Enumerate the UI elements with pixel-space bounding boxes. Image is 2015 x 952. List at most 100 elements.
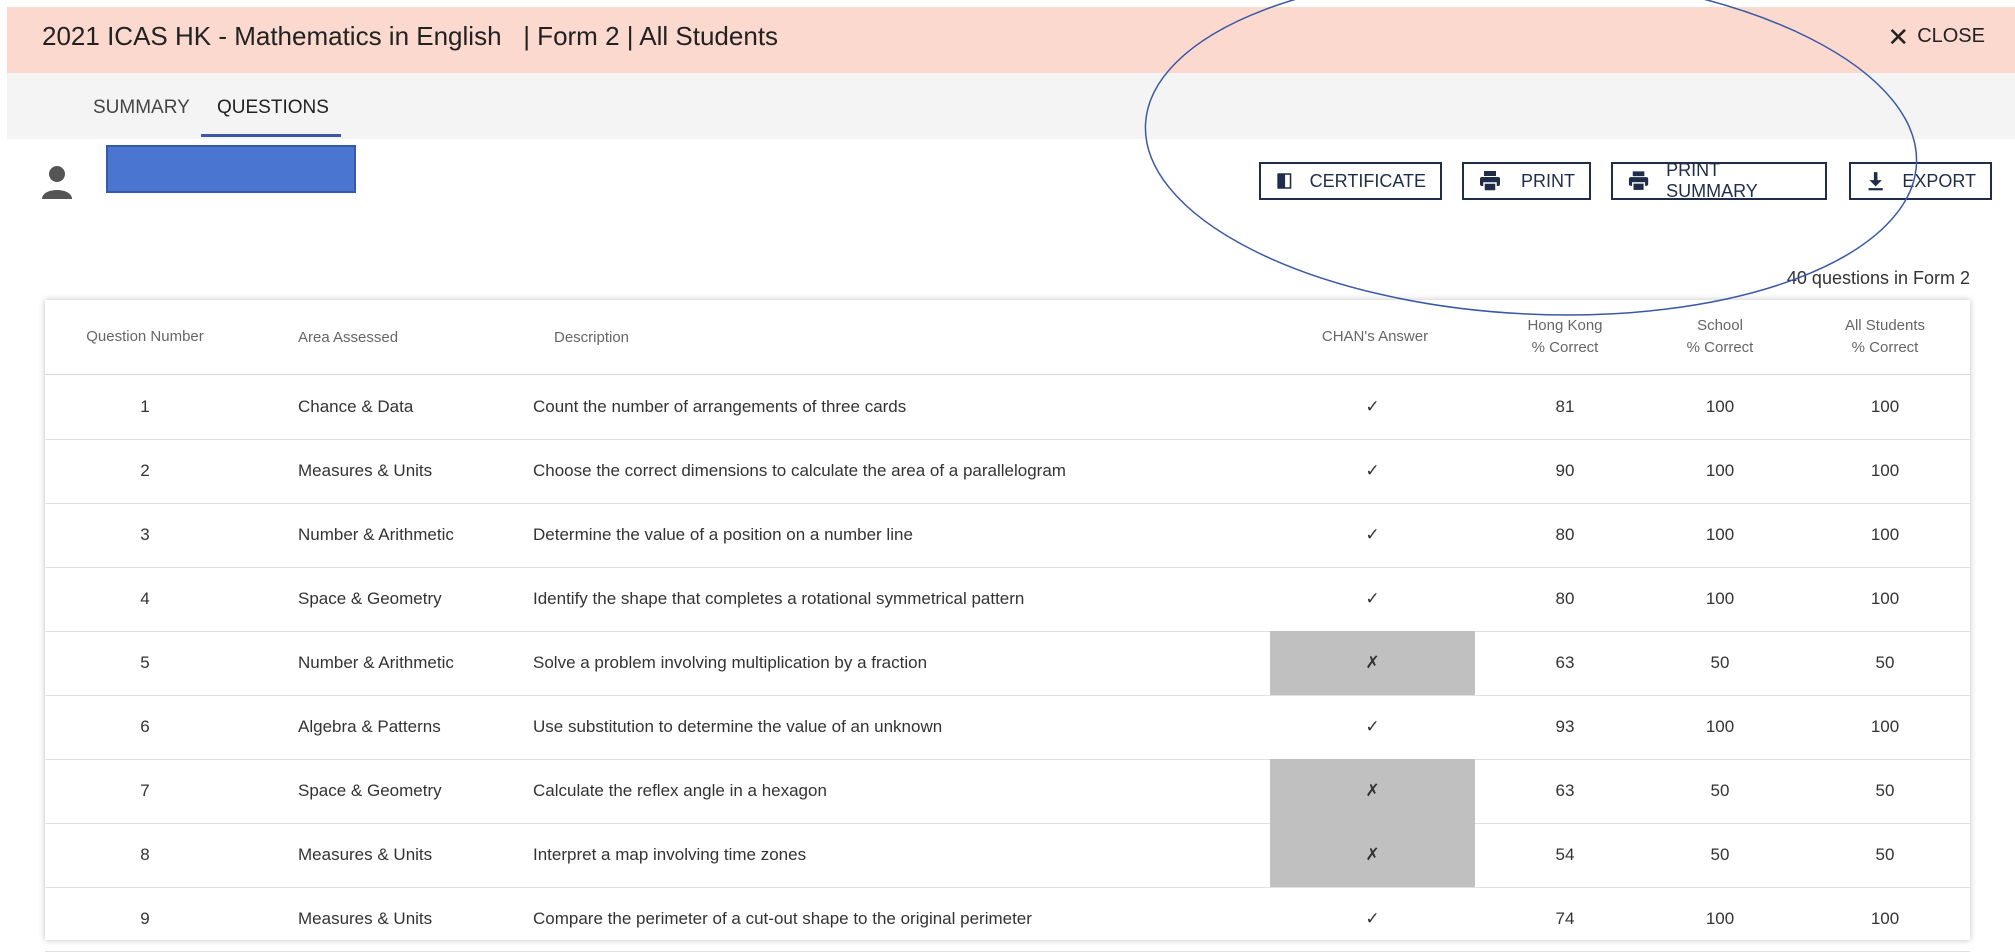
question-count: 40 questions in Form 2 [1786, 268, 1970, 288]
cell-question-number: 1 [140, 397, 150, 416]
cell-question-number: 2 [140, 461, 150, 480]
cell-hong-kong: 63 [1555, 781, 1575, 800]
printer-icon [1480, 171, 1500, 192]
cell-answer: ✓ [1365, 589, 1380, 608]
cell-school: 50 [1710, 781, 1730, 800]
cell-all-students: 50 [1875, 653, 1895, 672]
cell-answer: ✗ [1270, 823, 1475, 887]
close-icon: ✕ [1887, 21, 1910, 52]
cell-answer: ✓ [1365, 461, 1380, 480]
table-row[interactable]: 1 Chance & Data Count the number of arrang… [45, 375, 1970, 440]
cell-school: 100 [1705, 525, 1735, 544]
col-answer[interactable]: CHAN's Answer [1270, 300, 1480, 374]
cell-school: 100 [1705, 461, 1735, 480]
cell-hong-kong: 81 [1555, 397, 1575, 416]
table-row[interactable]: 6 Algebra & Patterns Use substitution to d… [45, 695, 1970, 760]
cell-answer: ✗ [1270, 631, 1475, 695]
cell-question-number: 8 [140, 845, 150, 864]
col-question-number[interactable]: Question Number [65, 300, 225, 374]
cell-area-assessed: Chance & Data [298, 397, 414, 416]
table-row[interactable]: 3 Number & Arithmetic Determine the value … [45, 503, 1970, 568]
table-row[interactable]: 4 Space & Geometry Identify the shape that… [45, 567, 1970, 632]
cell-area-assessed: Space & Geometry [298, 781, 442, 800]
title-bar: 2021 ICAS HK - Mathematics in English | … [7, 7, 2015, 73]
cell-area-assessed: Number & Arithmetic [298, 653, 454, 672]
cell-area-assessed: Measures & Units [298, 845, 433, 864]
active-tab-indicator [201, 134, 341, 137]
close-button[interactable]: ✕ CLOSE [1887, 21, 1985, 52]
cell-school: 100 [1705, 909, 1735, 928]
cell-description: Identify the shape that completes a rota… [533, 589, 1025, 608]
col-description[interactable]: Description [554, 300, 854, 374]
cell-description: Count the number of arrangements of thre… [533, 397, 907, 416]
table-header: Question Number Area Assessed Descriptio… [45, 300, 1970, 375]
cell-all-students: 100 [1870, 525, 1900, 544]
cell-hong-kong: 80 [1555, 589, 1575, 608]
cell-hong-kong: 80 [1555, 525, 1575, 544]
cell-school: 50 [1710, 845, 1730, 864]
cell-description: Choose the correct dimensions to calcula… [533, 461, 1066, 480]
page-title: 2021 ICAS HK - Mathematics in English | … [42, 21, 779, 51]
printer-icon [1628, 171, 1649, 192]
print-summary-button[interactable]: PRINT SUMMARY [1611, 160, 1827, 201]
cell-area-assessed: Space & Geometry [298, 589, 442, 608]
cell-hong-kong: 63 [1555, 653, 1575, 672]
cell-question-number: 9 [140, 909, 150, 928]
cell-school: 100 [1705, 717, 1735, 736]
cell-answer: ✓ [1365, 717, 1380, 736]
cell-all-students: 100 [1870, 717, 1900, 736]
tab-questions[interactable]: QUESTIONS [217, 97, 329, 119]
download-icon [1868, 172, 1883, 191]
student-name-redacted [106, 145, 356, 193]
cell-answer: ✓ [1365, 525, 1380, 544]
cell-all-students: 100 [1870, 909, 1900, 928]
cell-area-assessed: Algebra & Patterns [298, 717, 441, 736]
cell-question-number: 3 [140, 525, 150, 544]
questions-table: Question Number Area Assessed Descriptio… [45, 300, 1970, 952]
table-row[interactable]: 5 Number & Arithmetic Solve a problem invo… [45, 631, 1970, 696]
cell-all-students: 100 [1870, 589, 1900, 608]
cell-all-students: 100 [1870, 461, 1900, 480]
person-icon [42, 166, 72, 199]
col-all-students[interactable]: All Students % Correct [1800, 300, 1970, 374]
cell-question-number: 4 [140, 589, 150, 608]
table-row[interactable]: 2 Measures & Units Choose the correct dime… [45, 439, 1970, 504]
cell-school: 100 [1705, 589, 1735, 608]
cell-school: 50 [1710, 653, 1730, 672]
print-button[interactable]: PRINT [1462, 162, 1591, 200]
cell-all-students: 50 [1875, 845, 1895, 864]
cell-all-students: 50 [1875, 781, 1895, 800]
cell-question-number: 6 [140, 717, 150, 736]
cell-description: Interpret a map involving time zones [533, 845, 807, 864]
cell-question-number: 7 [140, 781, 150, 800]
cell-answer: ✓ [1365, 909, 1380, 928]
close-label: CLOSE [1917, 25, 1985, 47]
certificate-button[interactable]: CERTIFICATE [1259, 162, 1442, 200]
cell-description: Solve a problem involving multiplication… [533, 653, 928, 672]
col-area-assessed[interactable]: Area Assessed [298, 300, 498, 374]
cell-area-assessed: Measures & Units [298, 909, 433, 928]
tab-bar: SUMMARY QUESTIONS [7, 73, 2015, 139]
cell-description: Use substitution to determine the value … [533, 717, 943, 736]
table-row[interactable]: 7 Space & Geometry Calculate the reflex an… [45, 759, 1970, 824]
cell-hong-kong: 74 [1555, 909, 1575, 928]
cell-question-number: 5 [140, 653, 150, 672]
cell-answer: ✓ [1365, 397, 1380, 416]
cell-description: Compare the perimeter of a cut-out shape… [533, 909, 1032, 928]
table-row[interactable]: 9 Measures & Units Compare the perimeter o… [45, 887, 1970, 952]
col-hong-kong[interactable]: Hong Kong % Correct [1485, 300, 1645, 374]
cell-hong-kong: 54 [1555, 845, 1575, 864]
col-school[interactable]: School % Correct [1645, 300, 1795, 374]
cell-description: Calculate the reflex angle in a hexagon [533, 781, 827, 800]
cell-hong-kong: 93 [1555, 717, 1575, 736]
cell-answer: ✗ [1270, 759, 1475, 823]
cell-area-assessed: Number & Arithmetic [298, 525, 454, 544]
cell-hong-kong: 90 [1555, 461, 1575, 480]
cell-description: Determine the value of a position on a n… [533, 525, 913, 544]
cell-area-assessed: Measures & Units [298, 461, 433, 480]
table-row[interactable]: 8 Measures & Units Interpret a map involvi… [45, 823, 1970, 888]
export-button[interactable]: EXPORT [1849, 162, 1992, 200]
cell-all-students: 100 [1870, 397, 1900, 416]
tab-summary[interactable]: SUMMARY [93, 97, 190, 119]
book-icon [1277, 173, 1292, 189]
